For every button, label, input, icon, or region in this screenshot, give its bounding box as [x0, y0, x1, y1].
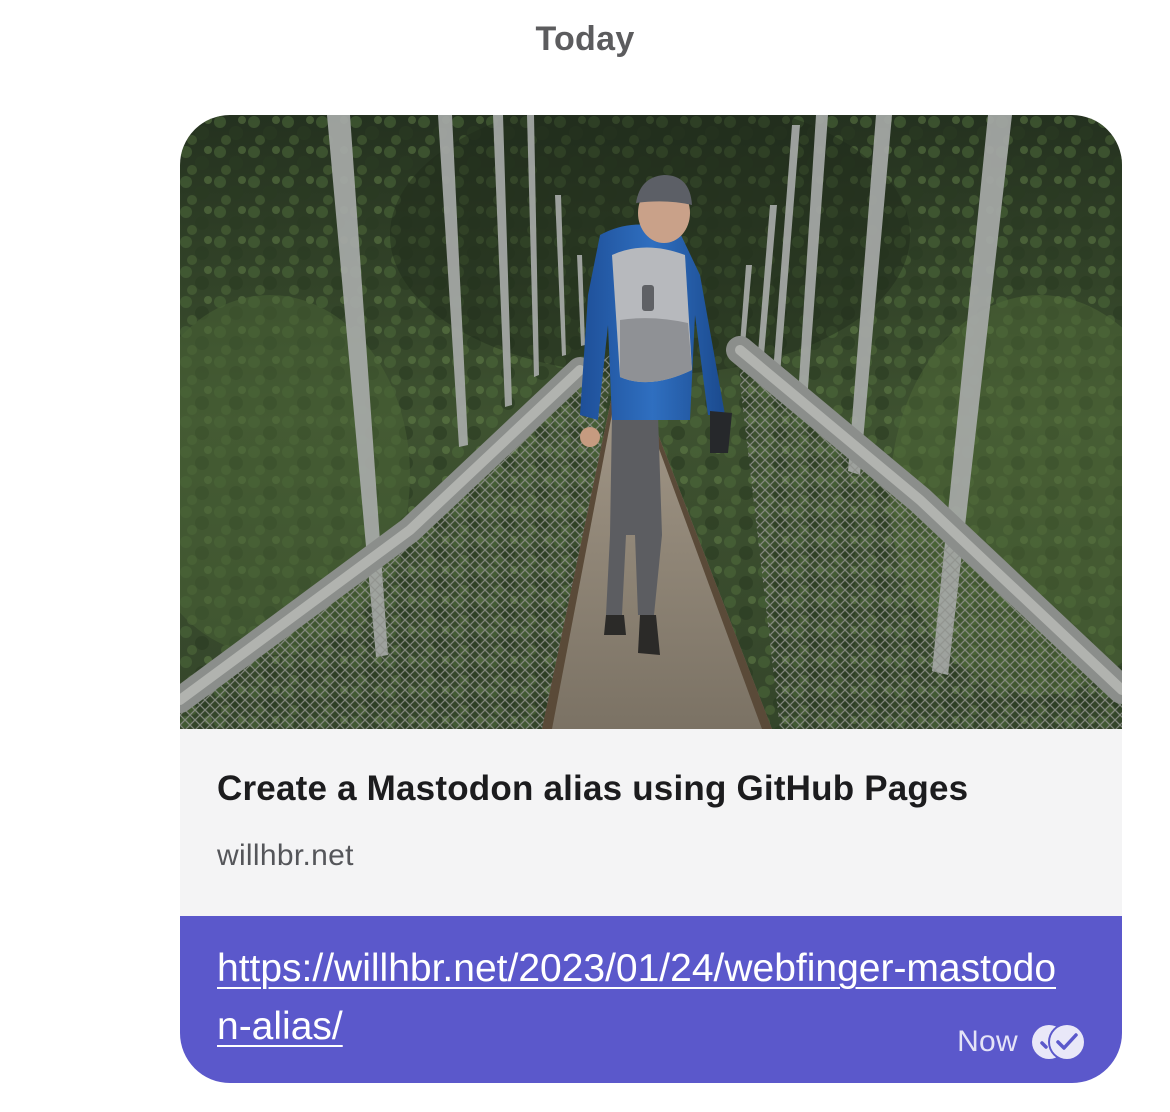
message-link-section: https://willhbr.net/2023/01/24/webfinger…	[180, 916, 1122, 1083]
date-separator: Today	[535, 20, 635, 58]
message-timestamp: Now	[957, 1025, 1018, 1058]
message-meta: Now	[957, 1023, 1086, 1061]
read-receipt-icon	[1032, 1023, 1086, 1061]
link-preview-domain: willhbr.net	[217, 839, 354, 872]
message-bubble[interactable]: Create a Mastodon alias using GitHub Pag…	[180, 115, 1122, 1083]
link-preview-title: Create a Mastodon alias using GitHub Pag…	[217, 769, 969, 808]
link-preview-info[interactable]: Create a Mastodon alias using GitHub Pag…	[180, 729, 1122, 916]
link-preview-image[interactable]	[180, 115, 1122, 729]
message-link[interactable]: https://willhbr.net/2023/01/24/webfinger…	[217, 940, 1077, 1056]
